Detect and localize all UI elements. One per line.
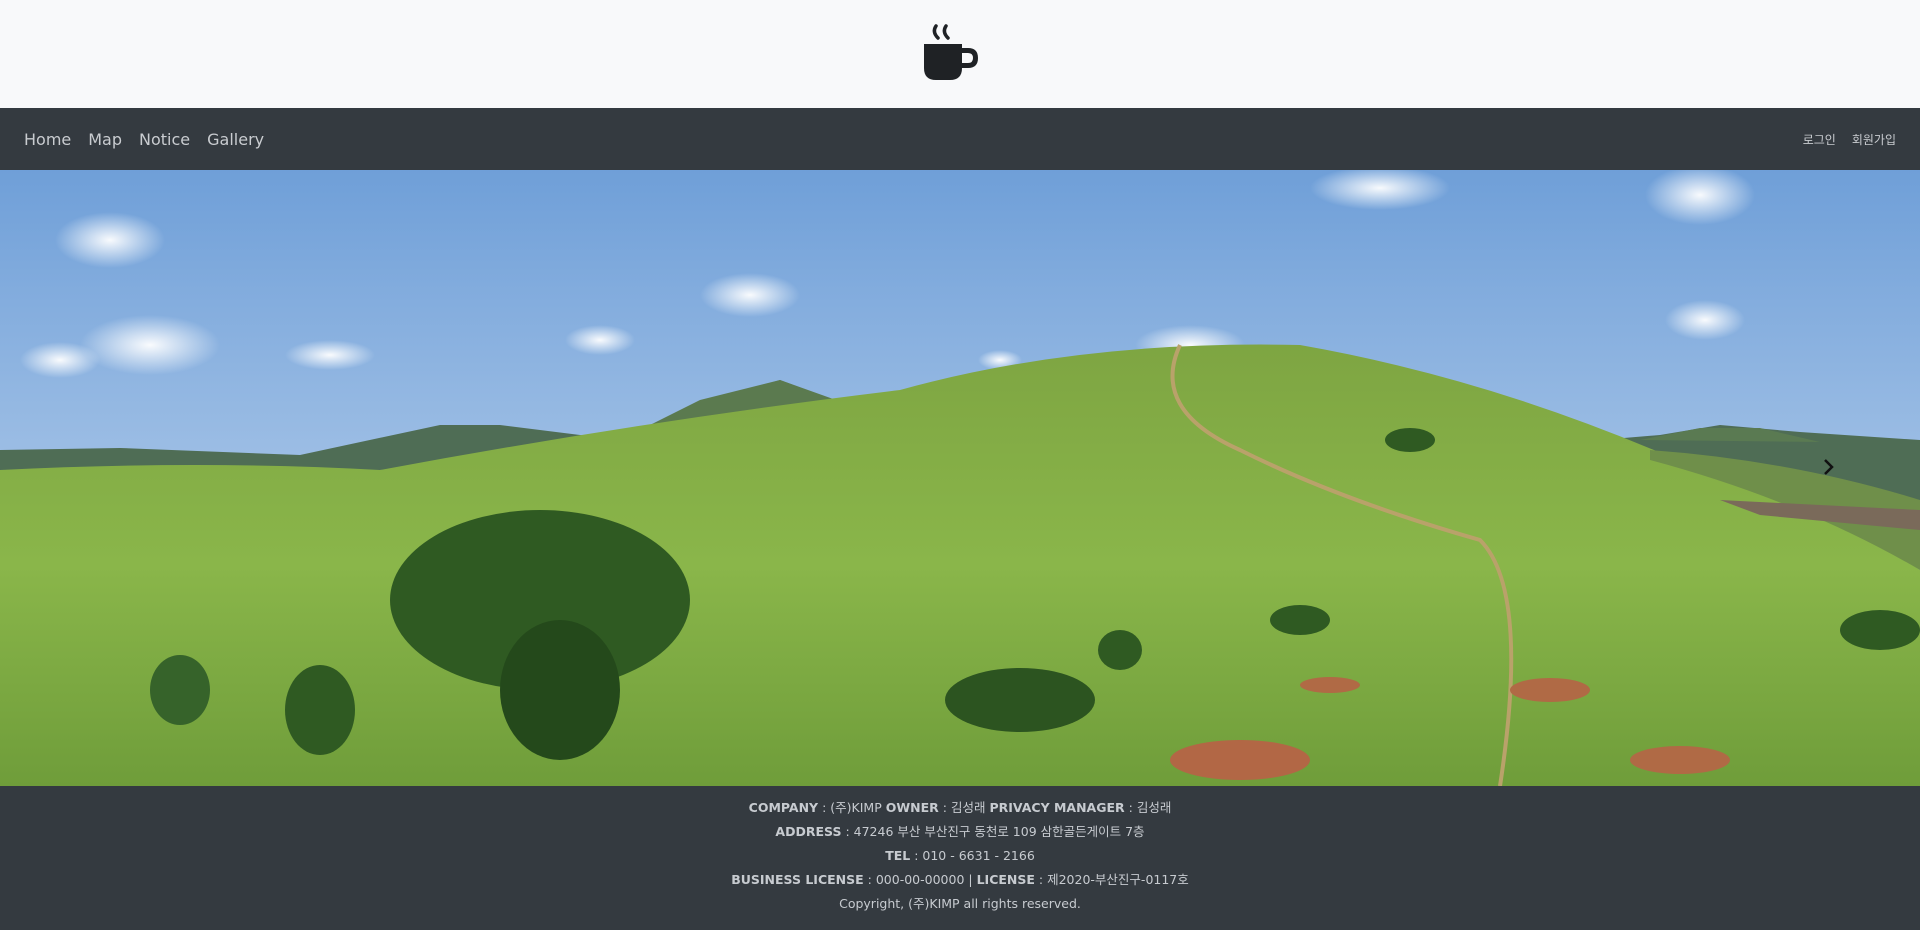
business-license-label: BUSINESS LICENSE xyxy=(731,872,864,887)
nav-home-link[interactable]: Home xyxy=(24,130,71,149)
license-label: LICENSE xyxy=(976,872,1035,887)
nav-map-link[interactable]: Map xyxy=(88,130,122,149)
footer-company-line: COMPANY : (주)KIMP OWNER : 김성래 PRIVACY MA… xyxy=(748,800,1172,815)
top-header xyxy=(0,0,1920,108)
privacy-value: 김성래 xyxy=(1136,800,1172,815)
login-link[interactable]: 로그인 xyxy=(1803,131,1836,148)
footer-address-line: ADDRESS : 47246 부산 부산진구 동천로 109 삼한골든게이트 … xyxy=(775,824,1145,839)
owner-label: OWNER xyxy=(885,800,939,815)
coffee-cup-icon[interactable] xyxy=(920,22,984,86)
nav-account: 로그인 회원가입 xyxy=(1787,108,1896,170)
tel-value: 010 - 6631 - 2166 xyxy=(922,848,1035,863)
address-label: ADDRESS xyxy=(775,824,842,839)
business-license-value: 000-00-00000 xyxy=(875,872,965,887)
footer-tel-line: TEL : 010 - 6631 - 2166 xyxy=(885,848,1035,863)
company-value: (주)KIMP xyxy=(830,800,882,815)
nav-gallery-link[interactable]: Gallery xyxy=(207,130,264,149)
footer-copyright: Copyright, (주)KIMP all rights reserved. xyxy=(839,896,1081,911)
nav-primary: Home Map Notice Gallery xyxy=(24,108,281,170)
footer-license-line: BUSINESS LICENSE : 000-00-00000 | LICENS… xyxy=(731,872,1189,887)
address-value: 47246 부산 부산진구 동천로 109 삼한골든게이트 7층 xyxy=(853,824,1145,839)
company-label: COMPANY xyxy=(748,800,819,815)
chevron-right-icon xyxy=(1824,459,1834,475)
nav-notice-link[interactable]: Notice xyxy=(139,130,190,149)
hero-landscape-image xyxy=(0,170,1920,786)
privacy-label: PRIVACY MANAGER xyxy=(989,800,1125,815)
carousel-next-button[interactable] xyxy=(1816,452,1840,482)
license-value: 제2020-부산진구-0117호 xyxy=(1047,872,1189,887)
tel-label: TEL xyxy=(885,848,911,863)
signup-link[interactable]: 회원가입 xyxy=(1852,131,1896,148)
main-navbar: Home Map Notice Gallery 로그인 회원가입 xyxy=(0,108,1920,170)
site-footer: COMPANY : (주)KIMP OWNER : 김성래 PRIVACY MA… xyxy=(0,786,1920,930)
hero-carousel xyxy=(0,170,1920,786)
owner-value: 김성래 xyxy=(950,800,986,815)
